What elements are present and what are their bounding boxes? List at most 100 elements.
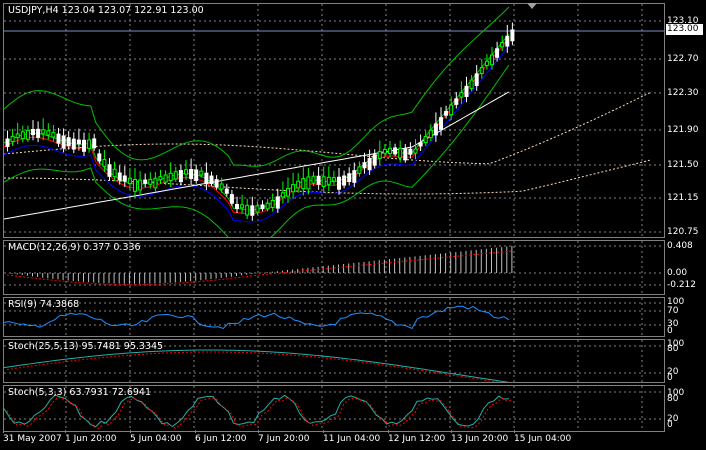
macd-tick: 0.00 (667, 268, 688, 278)
candle-body (291, 184, 296, 193)
candle-body (408, 148, 413, 155)
stochastic-fast-axis: 100 80 20 0 (667, 385, 706, 432)
candle-body (5, 138, 10, 147)
candle-body (439, 117, 443, 130)
candle-body (321, 176, 326, 188)
candle-body (10, 135, 15, 143)
candle-body (418, 142, 423, 147)
stochastic-fast-title: Stoch(5,3,3) 63.7931 72.6941 (8, 387, 152, 398)
macd-axis: 0.408 0.00 -0.212 (667, 240, 706, 295)
candle-body (25, 129, 30, 140)
candle-body (117, 172, 122, 181)
candle-body (66, 137, 71, 147)
rsi-axis: 100 70 30 0 (667, 297, 706, 337)
candle-body (214, 179, 219, 188)
candle-body (168, 172, 173, 181)
candle-body (158, 176, 163, 181)
grid-lines (4, 298, 664, 336)
candle-body (280, 192, 285, 198)
candle-body (388, 147, 392, 155)
candle-body (31, 128, 35, 136)
candle-body (301, 178, 306, 190)
price-tick: 121.50 (667, 160, 699, 170)
rsi-canvas[interactable] (4, 298, 664, 336)
candle-body (352, 170, 357, 183)
candle-body (495, 48, 500, 58)
candle-body (163, 174, 168, 183)
candle-body (296, 180, 301, 189)
candle-body (459, 92, 464, 98)
candle-body (148, 178, 153, 185)
rsi-title: RSI(9) 74.3868 (8, 299, 80, 310)
candle-body (189, 169, 194, 179)
candle-body (444, 110, 449, 116)
candle-body (97, 153, 102, 162)
candle-body (56, 133, 61, 144)
candle-body (46, 130, 51, 136)
candle-body (153, 177, 158, 189)
candle-body (112, 168, 117, 178)
stochastic-main-line (4, 394, 509, 428)
candle-body (260, 204, 265, 210)
candle-body (331, 177, 336, 182)
rsi-pane[interactable]: RSI(9) 74.3868 (3, 297, 665, 337)
candle-body (270, 199, 275, 208)
candle-body (367, 158, 372, 171)
candle-body (76, 139, 81, 145)
candle-body (229, 194, 234, 204)
macd-pane[interactable]: MACD(12,26,9) 0.377 0.336 (3, 240, 665, 295)
candle-body (240, 204, 245, 209)
candle-body (423, 135, 428, 144)
candle-body (15, 133, 20, 139)
candle-body (403, 148, 408, 161)
candle-body (464, 85, 469, 97)
candle-body (510, 29, 515, 42)
price-chart-canvas[interactable] (4, 4, 664, 237)
candle-body (20, 131, 25, 140)
candle-body (326, 176, 331, 185)
time-tick: 15 Jun 04:00 (514, 434, 572, 444)
time-tick: 1 Jun 20:00 (65, 434, 117, 444)
candle-body (342, 175, 347, 186)
time-tick: 11 Jun 04:00 (323, 434, 381, 444)
candle-body (51, 131, 56, 138)
candle-body (133, 179, 137, 192)
candle-body (250, 205, 255, 216)
candle-body (127, 177, 132, 185)
chart-shift-marker-icon[interactable] (527, 3, 537, 9)
current-price-label: 123.00 (666, 24, 703, 35)
candle-body (107, 164, 112, 177)
candle-body (505, 35, 510, 47)
price-tick: 121.90 (667, 125, 699, 135)
grid-lines (4, 4, 664, 237)
candle-body (316, 175, 321, 185)
candle-body (500, 42, 505, 48)
moving-average-slow (4, 91, 510, 220)
candle-body (484, 60, 489, 66)
price-tick: 120.75 (667, 227, 699, 237)
candle-body (265, 202, 270, 210)
candle-body (398, 147, 403, 159)
candle-body (347, 173, 352, 183)
candle-body (362, 162, 367, 169)
time-tick: 13 Jun 20:00 (451, 434, 509, 444)
candle-body (224, 188, 229, 194)
candle-body (199, 170, 204, 176)
stochastic-slow-pane[interactable]: Stoch(25,5,13) 95.7481 95.3345 (3, 339, 665, 383)
candle-body (382, 148, 387, 154)
stochastic-slow-tick: 80 (667, 344, 679, 354)
time-tick: 6 Jun 12:00 (195, 434, 247, 444)
stochastic-fast-tick: 80 (667, 394, 679, 404)
time-axis: 31 May 2007 1 Jun 20:00 5 Jun 04:00 6 Ju… (3, 430, 665, 450)
rsi-tick: 70 (667, 306, 679, 316)
price-chart-pane[interactable]: USDJPY,H4 123.04 123.07 122.91 123.00 (3, 3, 665, 238)
stochastic-slow-title: Stoch(25,5,13) 95.7481 95.3345 (8, 341, 164, 352)
macd-tick: -0.212 (667, 280, 697, 290)
price-tick: 121.15 (667, 193, 699, 203)
candle-body (357, 166, 362, 174)
time-tick: 7 Jun 20:00 (258, 434, 310, 444)
candle-body (275, 196, 280, 209)
candle-body (173, 171, 178, 180)
stochastic-fast-pane[interactable]: Stoch(5,3,3) 63.7931 72.6941 (3, 385, 665, 432)
price-axis: 123.10 122.70 122.30 121.90 121.50 121.1… (667, 3, 706, 238)
